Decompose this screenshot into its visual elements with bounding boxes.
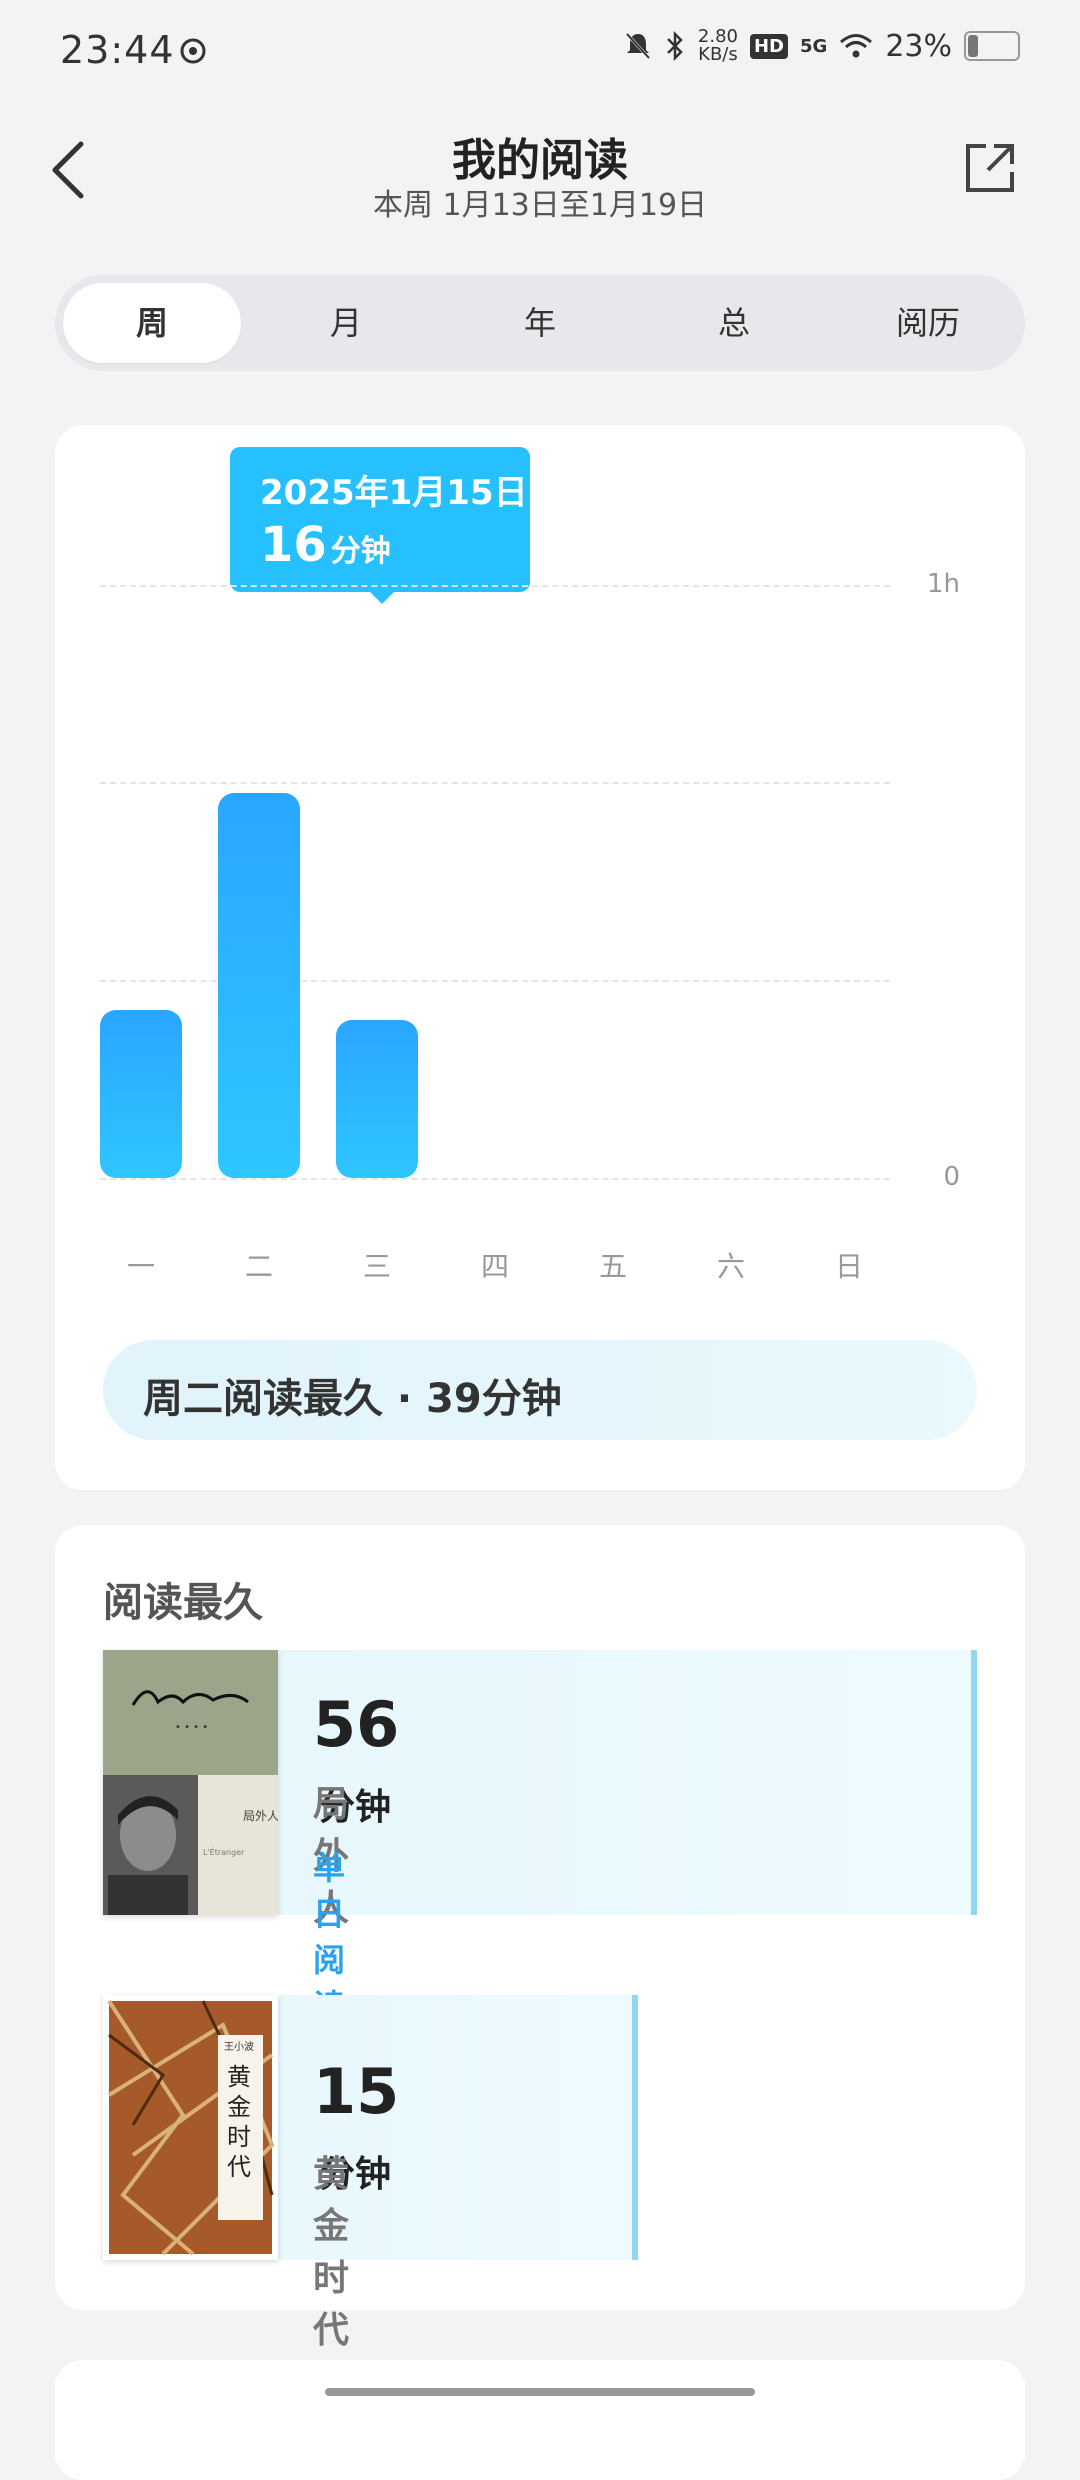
tab-year[interactable]: 年 [451, 283, 629, 363]
date-range: 本周 1月13日至1月19日 [372, 188, 708, 223]
longest-reading-card: 阅读最久 • • • • 局外人 L'Étranger 56分钟 局外人 单日阅… [55, 1525, 1025, 2351]
y-tick-max: 1h [926, 569, 960, 599]
status-icons: 2.80 KB/s HD 5G 23% [624, 28, 1020, 64]
y-tick-zero: 0 [943, 1162, 960, 1192]
status-bar: 23:44 2.80 KB/s HD 5G 23% [0, 0, 1080, 100]
x-tick-label: 四 [480, 1250, 509, 1283]
summary-banner: 周二阅读最久 · 39分钟 [103, 1340, 977, 1440]
period-tabs: 周 月 年 总 阅历 [55, 275, 1025, 371]
tooltip-date: 2025年1月15日 [260, 473, 528, 513]
svg-text:局外人: 局外人 [243, 1809, 278, 1823]
x-tick-label: 一 [126, 1250, 155, 1283]
gridline [100, 585, 890, 587]
page-header: 我的阅读 本周 1月13日至1月19日 [0, 110, 1080, 223]
page-title: 我的阅读 [452, 135, 628, 186]
bar-三[interactable] [336, 1019, 418, 1178]
svg-text:L'Étranger: L'Étranger [203, 1846, 245, 1857]
svg-text:时: 时 [227, 2123, 251, 2151]
x-tick-label: 六 [716, 1250, 745, 1283]
bar-chart: 1h 0 一 二 三 四 五 六 日 [100, 569, 980, 1283]
battery-percent: 23% [885, 28, 952, 64]
home-indicator[interactable] [325, 2388, 755, 2396]
svg-text:• • • •: • • • • [175, 1722, 208, 1733]
x-tick-label: 五 [598, 1250, 627, 1283]
book-title: 黄金时代 [313, 2154, 350, 2351]
summary-text: 周二阅读最久 · 39分钟 [143, 1376, 562, 1422]
tooltip-value: 16 分钟 [260, 517, 391, 573]
mute-icon [625, 32, 651, 60]
bluetooth-icon [667, 31, 683, 61]
section-title: 阅读最久 [103, 1580, 263, 1626]
chart-tooltip: 2025年1月15日 16 分钟 [230, 447, 530, 604]
gridline [100, 782, 890, 784]
svg-text:代: 代 [227, 2153, 251, 2181]
svg-text:王小波: 王小波 [224, 2040, 254, 2053]
x-tick-label: 三 [362, 1250, 391, 1283]
book-cover: • • • • 局外人 L'Étranger [103, 1650, 278, 1915]
svg-text:金: 金 [227, 2093, 251, 2121]
bar-二[interactable] [218, 792, 300, 1178]
wifi-icon [840, 34, 873, 58]
clock: 23:44 [60, 28, 175, 72]
weekly-chart-card: 2025年1月15日 16 分钟 1h 0 一 二 三 四 五 六 日 周二阅读最久 · 39… [55, 425, 1025, 1490]
signal-5g-icon: 5G [800, 35, 828, 57]
tab-total[interactable]: 总 [645, 283, 823, 363]
tab-history[interactable]: 阅历 [839, 283, 1017, 363]
x-tick-label: 日 [834, 1250, 863, 1283]
next-card [55, 2360, 1025, 2480]
hd-icon: HD [749, 33, 788, 59]
tab-week[interactable]: 周 [63, 283, 241, 363]
battery-icon [964, 31, 1020, 61]
bar-一[interactable] [100, 1009, 182, 1178]
tab-month[interactable]: 月 [257, 283, 435, 363]
app-notification-icon [180, 38, 206, 64]
network-speed: 2.80 KB/s [697, 26, 738, 65]
x-tick-label: 二 [244, 1250, 273, 1283]
gridline [100, 1178, 890, 1180]
share-icon[interactable] [960, 138, 1020, 198]
svg-text:黄: 黄 [227, 2063, 251, 2091]
book-cover: 王小波 黄 金 时 代 [103, 1995, 278, 2260]
